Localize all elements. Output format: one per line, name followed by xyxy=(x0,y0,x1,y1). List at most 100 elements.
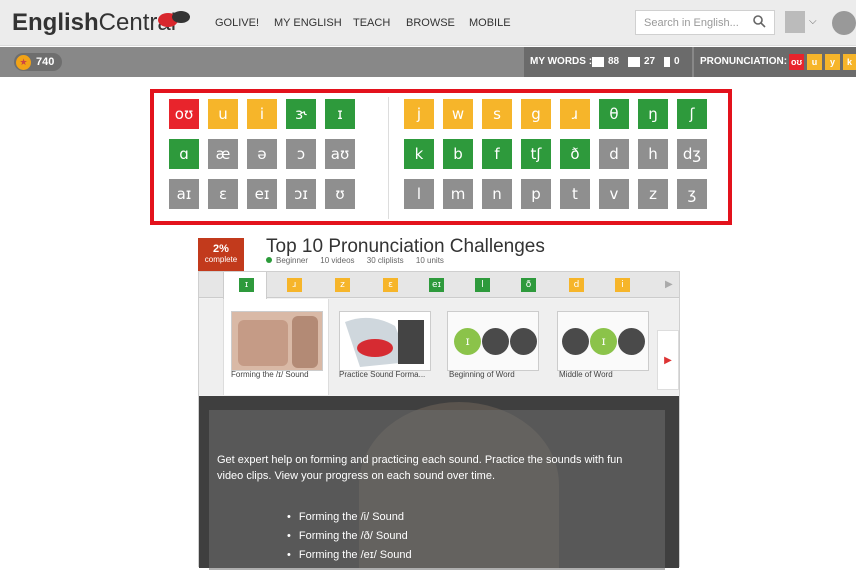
chevron-right-icon[interactable]: ▶ xyxy=(665,279,673,290)
consonant-sound-tile[interactable]: v xyxy=(599,179,629,209)
consonant-sound-tile[interactable]: l xyxy=(404,179,434,209)
placeholder-circle xyxy=(482,328,509,355)
consonant-sound-tile[interactable]: g xyxy=(521,99,551,129)
lesson-list-item[interactable]: Forming the /ð/ Sound xyxy=(287,527,412,546)
vowel-sound-tile[interactable]: u xyxy=(208,99,238,129)
consonant-sound-tile[interactable]: d xyxy=(599,139,629,169)
vowel-sound-tile[interactable]: ʊ xyxy=(325,179,355,209)
lesson-label[interactable]: Practice Sound Forma... xyxy=(339,370,425,379)
vowel-sound-tile[interactable]: aɪ xyxy=(169,179,199,209)
sound-tab[interactable]: i xyxy=(615,278,630,292)
nav-my-english[interactable]: MY ENGLISH xyxy=(274,17,342,29)
consonant-sound-tile[interactable]: ŋ xyxy=(638,99,668,129)
video-preview[interactable]: Get expert help on forming and practicin… xyxy=(199,396,679,570)
consonant-sound-tile[interactable]: θ xyxy=(599,99,629,129)
consonant-sound-tile[interactable]: ʒ xyxy=(677,179,707,209)
sound-circle: ɪ xyxy=(590,328,617,355)
consonant-sound-tile[interactable]: k xyxy=(404,139,434,169)
consonant-sound-tile[interactable]: ð xyxy=(560,139,590,169)
sound-tab[interactable]: ɪ xyxy=(239,278,254,292)
pron-chip[interactable]: y xyxy=(825,54,840,70)
nav-teach[interactable]: TEACH xyxy=(353,17,390,29)
consonant-sound-tile[interactable]: ɹ xyxy=(560,99,590,129)
consonant-sound-tile[interactable]: n xyxy=(482,179,512,209)
chevron-down-icon[interactable]: ⌵ xyxy=(809,16,817,27)
lesson-thumb-video[interactable] xyxy=(231,311,323,371)
vowel-sound-tile[interactable]: ɔ xyxy=(286,139,316,169)
star-coin-icon: ★ xyxy=(16,55,31,70)
consonant-sound-tile[interactable]: f xyxy=(482,139,512,169)
vowel-sound-tile[interactable]: ɝ xyxy=(286,99,316,129)
nav-browse[interactable]: BROWSE xyxy=(406,17,455,29)
points-value: 740 xyxy=(36,56,55,68)
course-title[interactable]: Top 10 Pronunciation Challenges xyxy=(266,236,545,258)
sound-tab[interactable]: eɪ xyxy=(429,278,444,292)
vowel-sound-tile[interactable]: eɪ xyxy=(247,179,277,209)
lesson-label[interactable]: Forming the /ɪ/ Sound xyxy=(231,370,309,379)
user-avatar[interactable] xyxy=(785,11,805,33)
speech-bubble-logo-icon xyxy=(158,11,190,27)
lesson-label[interactable]: Middle of Word xyxy=(559,370,613,379)
vowel-sound-tile[interactable]: ɑ xyxy=(169,139,199,169)
vowel-sound-tile[interactable]: ɪ xyxy=(325,99,355,129)
status-bar: ★ 740 MY WORDS : 88 27 0 PRONUNCIATION: … xyxy=(0,47,856,77)
course-level: Beginner xyxy=(276,256,309,265)
lesson-thumbnails: ɪ ɪ ▶ xyxy=(199,299,679,395)
consonant-sound-tile[interactable]: w xyxy=(443,99,473,129)
course-description: Get expert help on forming and practicin… xyxy=(217,454,623,482)
pron-chip[interactable]: k xyxy=(843,54,856,70)
progress-label: complete xyxy=(204,255,238,264)
sound-tab[interactable]: l xyxy=(475,278,490,292)
grid-divider xyxy=(388,97,389,219)
vowel-sound-tile[interactable]: æ xyxy=(208,139,238,169)
vowel-sound-tile[interactable]: ə xyxy=(247,139,277,169)
lesson-list-item[interactable]: Forming the /i/ Sound xyxy=(287,508,412,527)
globe-icon[interactable] xyxy=(832,11,856,35)
nav-mobile[interactable]: MOBILE xyxy=(469,17,511,29)
sound-tab[interactable]: d xyxy=(569,278,584,292)
vertical-dots-icon xyxy=(664,57,670,67)
top-navbar: EnglishCentral GOLIVE! MY ENGLISH TEACH … xyxy=(0,0,856,46)
pronunciation-panel[interactable]: PRONUNCIATION: oʊ u y k xyxy=(694,47,856,77)
englishcentral-logo[interactable]: EnglishCentral xyxy=(12,9,176,37)
pron-chip[interactable]: oʊ xyxy=(789,54,804,70)
vowel-sound-tile[interactable]: oʊ xyxy=(169,99,199,129)
lesson-label[interactable]: Beginning of Word xyxy=(449,370,515,379)
consonant-sound-tile[interactable]: b xyxy=(443,139,473,169)
my-words-panel[interactable]: MY WORDS : 88 27 0 xyxy=(524,47,692,77)
search-icon[interactable] xyxy=(752,14,766,28)
vowel-sound-tile[interactable]: ɔɪ xyxy=(286,179,316,209)
next-lessons-arrow-icon[interactable]: ▶ xyxy=(657,330,679,390)
points-badge[interactable]: ★ 740 xyxy=(14,53,62,71)
dots-icon xyxy=(628,57,640,67)
sound-tab[interactable]: ɛ xyxy=(383,278,398,292)
consonant-sound-tile[interactable]: ʃ xyxy=(677,99,707,129)
sound-tab[interactable]: ð xyxy=(521,278,536,292)
consonant-sound-tile[interactable]: t xyxy=(560,179,590,209)
sound-tab[interactable]: ɹ xyxy=(287,278,302,292)
lesson-thumb-beginning[interactable]: ɪ xyxy=(447,311,539,371)
course-units: 10 units xyxy=(415,256,444,265)
pron-chip[interactable]: u xyxy=(807,54,822,70)
sound-tab[interactable]: z xyxy=(335,278,350,292)
vowel-sound-tile[interactable]: i xyxy=(247,99,277,129)
lesson-thumb-middle[interactable]: ɪ xyxy=(557,311,649,371)
consonant-sound-tile[interactable]: z xyxy=(638,179,668,209)
consonant-sound-tile[interactable]: dʒ xyxy=(677,139,707,169)
consonant-sound-tile[interactable]: m xyxy=(443,179,473,209)
level-dot-icon xyxy=(266,257,272,263)
vowel-sound-tile[interactable]: ɛ xyxy=(208,179,238,209)
words-count-mastered: 0 xyxy=(674,56,680,67)
progress-badge: 2% complete xyxy=(198,238,244,272)
consonant-sound-tile[interactable]: s xyxy=(482,99,512,129)
consonant-sound-tile[interactable]: h xyxy=(638,139,668,169)
consonant-sound-tile[interactable]: j xyxy=(404,99,434,129)
consonant-sound-tile[interactable]: tʃ xyxy=(521,139,551,169)
vowel-sound-tile[interactable]: aʊ xyxy=(325,139,355,169)
nav-golive[interactable]: GOLIVE! xyxy=(215,17,259,29)
lesson-list: Forming the /i/ Sound Forming the /ð/ So… xyxy=(287,508,412,565)
lesson-thumb-diagram[interactable] xyxy=(339,311,431,371)
consonant-sound-tile[interactable]: p xyxy=(521,179,551,209)
lesson-list-item[interactable]: Forming the /eɪ/ Sound xyxy=(287,546,412,565)
sound-grid: oʊ u i ɝ ɪ ɑ æ ə ɔ aʊ aɪ ɛ eɪ ɔɪ ʊ j w s g ɹ θ ŋ ʃ k b f tʃ ð d h dʒ l m… xyxy=(150,89,732,225)
